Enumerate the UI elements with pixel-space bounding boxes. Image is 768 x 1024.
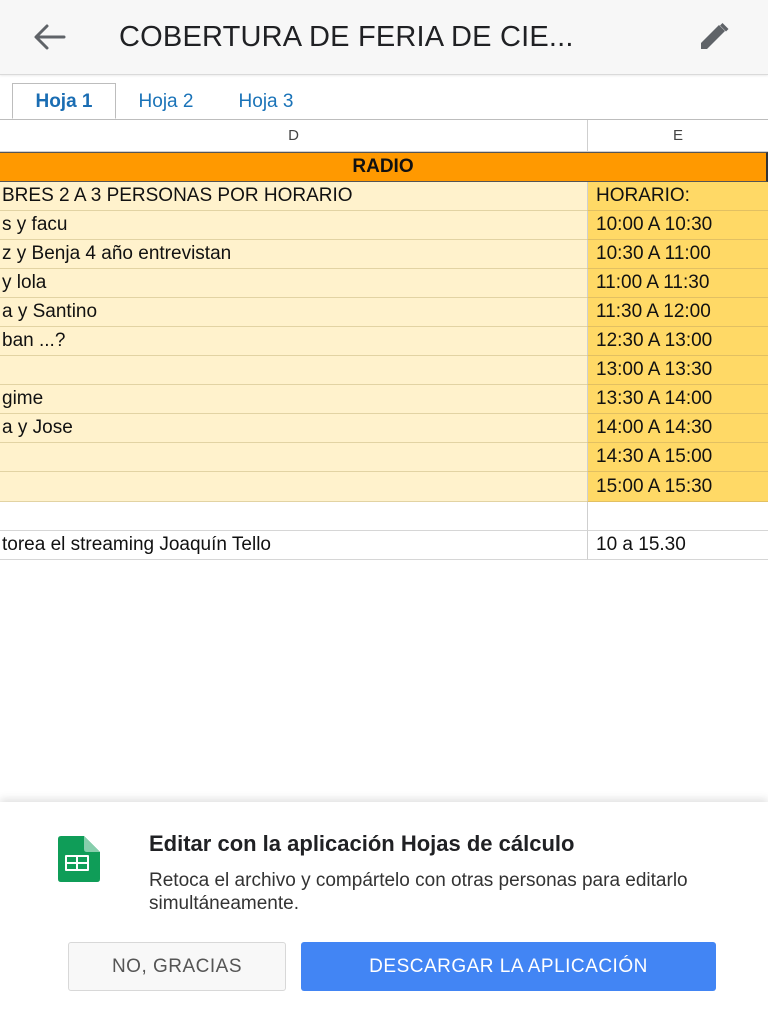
cell-d[interactable] (0, 472, 587, 502)
cell-e[interactable]: 12:30 A 13:00 (587, 327, 768, 356)
footer-row[interactable]: torea el streaming Joaquín Tello 10 a 15… (0, 531, 768, 560)
document-title: COBERTURA DE FERIA DE CIE... (119, 21, 574, 53)
cell-d[interactable]: BRES 2 A 3 PERSONAS POR HORARIO (0, 182, 587, 211)
cell-e[interactable]: 11:30 A 12:00 (587, 298, 768, 327)
table-row[interactable]: a y Jose 14:00 A 14:30 (0, 414, 768, 443)
cell-e[interactable]: 11:00 A 11:30 (587, 269, 768, 298)
cell-d[interactable]: torea el streaming Joaquín Tello (0, 531, 587, 560)
cell-e[interactable]: HORARIO: (587, 182, 768, 211)
table-row[interactable]: 14:30 A 15:00 (0, 443, 768, 472)
sheet-description: Retoca el archivo y compártelo con otras… (149, 870, 688, 914)
cell-d[interactable]: y lola (0, 269, 587, 298)
column-header-e[interactable]: E (587, 120, 768, 152)
tab-hoja-3[interactable]: Hoja 3 (220, 84, 312, 120)
edit-button[interactable] (692, 16, 736, 58)
empty-row[interactable] (0, 502, 768, 531)
cell-e[interactable]: 13:30 A 14:00 (587, 385, 768, 414)
cell-d[interactable]: z y Benja 4 año entrevistan (0, 240, 587, 269)
table-row[interactable]: s y facu 10:00 A 10:30 (0, 211, 768, 240)
table-row[interactable]: BRES 2 A 3 PERSONAS POR HORARIO HORARIO: (0, 182, 768, 211)
sheet-tabs: Hoja 1 Hoja 2 Hoja 3 (0, 74, 768, 120)
sheet-title: Editar con la aplicación Hojas de cálcul… (149, 831, 575, 856)
table-row[interactable]: 13:00 A 13:30 (0, 356, 768, 385)
cell-e[interactable]: 13:00 A 13:30 (587, 356, 768, 385)
arrow-left-icon (34, 24, 66, 50)
table-row[interactable]: a y Santino 11:30 A 12:00 (0, 298, 768, 327)
table-row[interactable]: ban ...? 12:30 A 13:00 (0, 327, 768, 356)
install-app-sheet: Editar con la aplicación Hojas de cálcul… (0, 802, 768, 1024)
table-row[interactable]: 15:00 A 15:30 (0, 472, 768, 502)
cell-d[interactable]: a y Jose (0, 414, 587, 443)
column-header-d[interactable]: D (0, 120, 587, 152)
table-row[interactable]: gime 13:30 A 14:00 (0, 385, 768, 414)
cell-e[interactable]: 14:00 A 14:30 (587, 414, 768, 443)
cell-d[interactable]: s y facu (0, 211, 587, 240)
no-thanks-button[interactable]: NO, GRACIAS (68, 942, 286, 991)
table-row[interactable]: z y Benja 4 año entrevistan 10:30 A 11:0… (0, 240, 768, 269)
section-header-label: RADIO (352, 156, 414, 177)
cell-d[interactable] (0, 502, 587, 531)
section-header-row[interactable]: RADIO (0, 152, 768, 182)
page: COBERTURA DE FERIA DE CIE... Hoja 1 Hoja… (0, 0, 768, 1024)
tab-hoja-1[interactable]: Hoja 1 (12, 83, 116, 119)
back-button[interactable] (28, 17, 72, 57)
cell-e[interactable] (587, 502, 768, 531)
cell-d[interactable]: ban ...? (0, 327, 587, 356)
cell-e[interactable]: 10 a 15.30 (587, 531, 768, 560)
cell-e[interactable]: 14:30 A 15:00 (587, 443, 768, 472)
table-row[interactable]: y lola 11:00 A 11:30 (0, 269, 768, 298)
cell-d[interactable]: gime (0, 385, 587, 414)
cell-e[interactable]: 10:00 A 10:30 (587, 211, 768, 240)
cell-d[interactable] (0, 356, 587, 385)
cell-d[interactable] (0, 443, 587, 472)
cell-d[interactable]: a y Santino (0, 298, 587, 327)
cell-e[interactable]: 10:30 A 11:00 (587, 240, 768, 269)
cell-e[interactable]: 15:00 A 15:30 (587, 472, 768, 502)
google-sheets-icon (58, 836, 100, 882)
tab-hoja-2[interactable]: Hoja 2 (120, 84, 212, 120)
app-bar: COBERTURA DE FERIA DE CIE... (0, 0, 768, 75)
pencil-icon (701, 23, 729, 49)
download-app-button[interactable]: DESCARGAR LA APLICACIÓN (301, 942, 716, 991)
